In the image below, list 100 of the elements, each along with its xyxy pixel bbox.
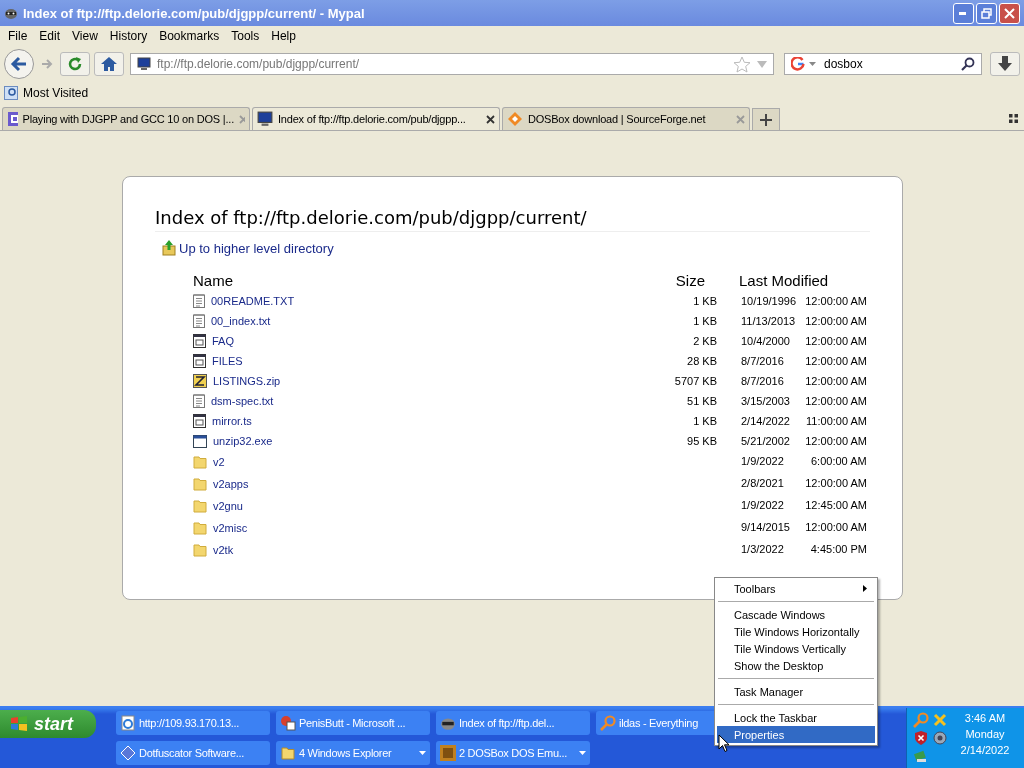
menu-item[interactable]: Show the Desktop xyxy=(717,657,875,674)
monitor-icon xyxy=(257,111,273,127)
menu-item[interactable]: File xyxy=(2,29,34,43)
clock-time: 3:46 AM xyxy=(964,712,1006,724)
file-size: 28 KB xyxy=(687,355,717,367)
page-heading: Index of ftp://ftp.delorie.com/pub/djgpp/current/ xyxy=(155,207,870,232)
menu-item[interactable]: Tile Windows Horizontally xyxy=(717,623,875,640)
modified-date: 5/21/2002 xyxy=(741,435,791,447)
file-link[interactable]: v2 xyxy=(213,456,225,468)
taskbar-button[interactable]: Index of ftp://ftp.del... xyxy=(436,711,590,735)
taskbar-button[interactable]: 4 Windows Explorer xyxy=(276,741,430,765)
menu-item[interactable]: Tile Windows Vertically xyxy=(717,640,875,657)
google-icon xyxy=(791,57,805,71)
browser-tab[interactable]: Playing with DJGPP and GCC 10 on DOS |... xyxy=(2,107,250,130)
application-icon xyxy=(193,434,207,448)
address-field[interactable]: ftp://ftp.delorie.com/pub/djgpp/current/ xyxy=(130,53,774,75)
taskbar-button[interactable]: 2 DOSBox DOS Emu... xyxy=(436,741,590,765)
modified-date: 2/14/2022 xyxy=(741,415,791,427)
file-size: 1 KB xyxy=(693,315,717,327)
minimize-button[interactable] xyxy=(953,2,974,24)
clock-day: Monday xyxy=(965,728,1005,740)
document-icon xyxy=(193,414,206,428)
file-link[interactable]: v2tk xyxy=(213,544,234,556)
file-size: 1 KB xyxy=(693,295,717,307)
modified-time: 12:00:00 AM xyxy=(805,355,867,367)
file-size: 1 KB xyxy=(693,415,717,427)
folder-icon xyxy=(193,499,207,513)
search-icon[interactable] xyxy=(961,57,975,71)
menu-item[interactable]: Properties xyxy=(717,726,875,743)
tab-list-icon[interactable] xyxy=(1009,114,1018,123)
taskbar-button[interactable]: Dotfuscator Software... xyxy=(116,741,270,765)
caret-icon xyxy=(419,751,426,755)
modified-time: 12:45:00 AM xyxy=(805,499,867,511)
file-link[interactable]: unzip32.exe xyxy=(213,435,273,447)
browser-tab[interactable]: DOSBox download | SourceForge.net xyxy=(502,107,750,130)
close-button[interactable] xyxy=(999,2,1020,24)
menu-item[interactable]: Tools xyxy=(225,29,266,43)
taskbar-button[interactable]: http://109.93.170.13... xyxy=(116,711,270,735)
menu-item[interactable]: Task Manager xyxy=(717,683,875,700)
column-header: Name xyxy=(193,272,234,291)
restore-button[interactable] xyxy=(976,2,997,24)
file-link[interactable]: FAQ xyxy=(212,335,234,347)
reload-button[interactable] xyxy=(60,52,90,76)
folder-icon xyxy=(193,521,207,535)
folder-icon xyxy=(193,477,207,491)
menu-item[interactable]: Bookmarks xyxy=(153,29,226,43)
menu-item[interactable]: Toolbars xyxy=(717,580,875,597)
menu-item[interactable]: History xyxy=(103,29,154,43)
menu-item[interactable]: Edit xyxy=(33,29,67,43)
download-button[interactable] xyxy=(990,52,1020,76)
file-link[interactable]: 00README.TXT xyxy=(211,295,295,307)
close-icon[interactable] xyxy=(486,114,495,124)
back-button[interactable] xyxy=(4,49,34,79)
menu-item[interactable]: View xyxy=(66,29,104,43)
file-link[interactable]: v2apps xyxy=(213,478,249,490)
folder-icon xyxy=(280,746,296,760)
taskbar-button[interactable]: PenisButt - Microsoft ... xyxy=(276,711,430,735)
modified-time: 6:00:00 AM xyxy=(811,455,867,467)
parent-directory-link[interactable]: Up to higher level directory xyxy=(179,240,334,256)
restore-icon xyxy=(981,7,992,19)
modified-date: 9/14/2015 xyxy=(741,521,791,533)
modified-date: 11/13/2013 xyxy=(741,315,797,327)
speaker-icon[interactable] xyxy=(932,730,948,746)
bookmark-item[interactable]: Most Visited xyxy=(4,86,89,100)
modified-time: 12:00:00 AM xyxy=(805,375,867,387)
new-tab-button[interactable] xyxy=(752,108,780,130)
file-link[interactable]: FILES xyxy=(212,355,243,367)
text-file-icon xyxy=(193,314,205,328)
menu-item[interactable]: Help xyxy=(265,29,302,43)
forward-arrow-icon xyxy=(41,58,53,70)
diamond-icon xyxy=(507,111,523,127)
back-arrow-icon xyxy=(10,56,28,72)
file-link[interactable]: 00_index.txt xyxy=(211,315,271,327)
modified-time: 12:00:00 AM xyxy=(805,315,867,327)
clock-date: 2/14/2022 xyxy=(960,744,1010,756)
box-icon xyxy=(440,745,456,761)
modified-time: 12:00:00 AM xyxy=(805,295,867,307)
browser-tab[interactable]: Index of ftp://ftp.delorie.com/pub/djgpp... xyxy=(252,107,500,130)
caret-icon[interactable] xyxy=(809,62,816,66)
start-button[interactable]: start xyxy=(0,710,96,738)
menu-item[interactable]: Cascade Windows xyxy=(717,606,875,623)
search-field[interactable]: dosbox xyxy=(784,53,982,75)
column-header: Last Modified xyxy=(738,272,830,291)
file-link[interactable]: dsm-spec.txt xyxy=(211,395,274,407)
reload-icon xyxy=(67,56,83,72)
file-size: 51 KB xyxy=(687,395,717,407)
text-file-icon xyxy=(193,394,205,408)
file-link[interactable]: v2gnu xyxy=(213,500,243,512)
shield-icon[interactable] xyxy=(913,730,929,746)
windows-logo-icon xyxy=(10,716,28,732)
minimize-icon xyxy=(959,11,968,15)
file-link[interactable]: v2misc xyxy=(213,522,248,534)
file-link[interactable]: mirror.ts xyxy=(212,415,252,427)
diamond-icon xyxy=(120,745,136,761)
modified-time: 12:00:00 AM xyxy=(805,395,867,407)
modified-date: 8/7/2016 xyxy=(741,355,785,367)
file-link[interactable]: LISTINGS.zip xyxy=(213,375,281,387)
star-icon[interactable] xyxy=(733,55,751,73)
modified-date: 1/3/2022 xyxy=(741,543,785,555)
home-button[interactable] xyxy=(94,52,124,76)
